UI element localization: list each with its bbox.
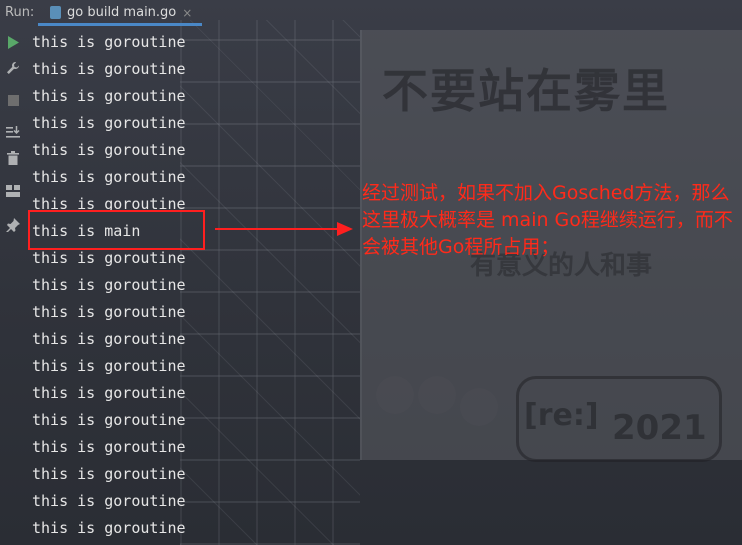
run-label: Run:	[5, 5, 35, 20]
billboard-tag: [re:]	[524, 398, 599, 433]
highlight-box	[28, 210, 205, 250]
console-line: this is goroutine	[32, 87, 186, 105]
billboard-logo-1	[376, 376, 414, 414]
billboard-year: 2021	[612, 408, 707, 448]
billboard-logo-2	[418, 376, 456, 414]
console-line: this is goroutine	[32, 276, 186, 294]
trash-icon[interactable]	[4, 149, 22, 167]
sort-icon[interactable]	[4, 123, 22, 141]
pin-icon[interactable]	[4, 216, 22, 234]
console-line: this is goroutine	[32, 33, 186, 51]
console-line: this is goroutine	[32, 438, 186, 456]
wrench-icon[interactable]	[4, 59, 22, 77]
close-icon[interactable]: ×	[182, 6, 192, 20]
console-line: this is goroutine	[32, 141, 186, 159]
console-line: this is goroutine	[32, 60, 186, 78]
console-line: this is goroutine	[32, 519, 186, 537]
tab-label: go build main.go	[67, 5, 177, 20]
go-file-icon	[50, 6, 61, 19]
console-line: this is goroutine	[32, 249, 186, 267]
console-line: this is goroutine	[32, 330, 186, 348]
run-toolbar	[0, 27, 26, 545]
tab-go-build[interactable]: go build main.go ×	[38, 2, 203, 26]
console-line: this is goroutine	[32, 357, 186, 375]
console-line: this is goroutine	[32, 384, 186, 402]
console-line: this is goroutine	[32, 465, 186, 483]
scaffolding-braces	[180, 20, 360, 545]
console-line: this is goroutine	[32, 168, 186, 186]
console-line: this is goroutine	[32, 114, 186, 132]
layout-icon[interactable]	[4, 182, 22, 200]
billboard-logo-3	[460, 388, 498, 426]
console-line: this is goroutine	[32, 411, 186, 429]
play-icon[interactable]	[4, 33, 22, 51]
annotation-note: 经过测试，如果不加入Gosched方法，那么这里极大概率是 main Go程继续…	[362, 182, 733, 258]
background-photo: 不要站在雾里 有意义的人和事 [re:] 2021	[0, 0, 742, 545]
arrow-icon	[215, 222, 353, 236]
run-header: Run: go build main.go ×	[0, 0, 742, 27]
billboard-title: 不要站在雾里	[382, 64, 670, 118]
stop-icon[interactable]	[4, 91, 22, 109]
console-line: this is goroutine	[32, 303, 186, 321]
console-line: this is goroutine	[32, 492, 186, 510]
